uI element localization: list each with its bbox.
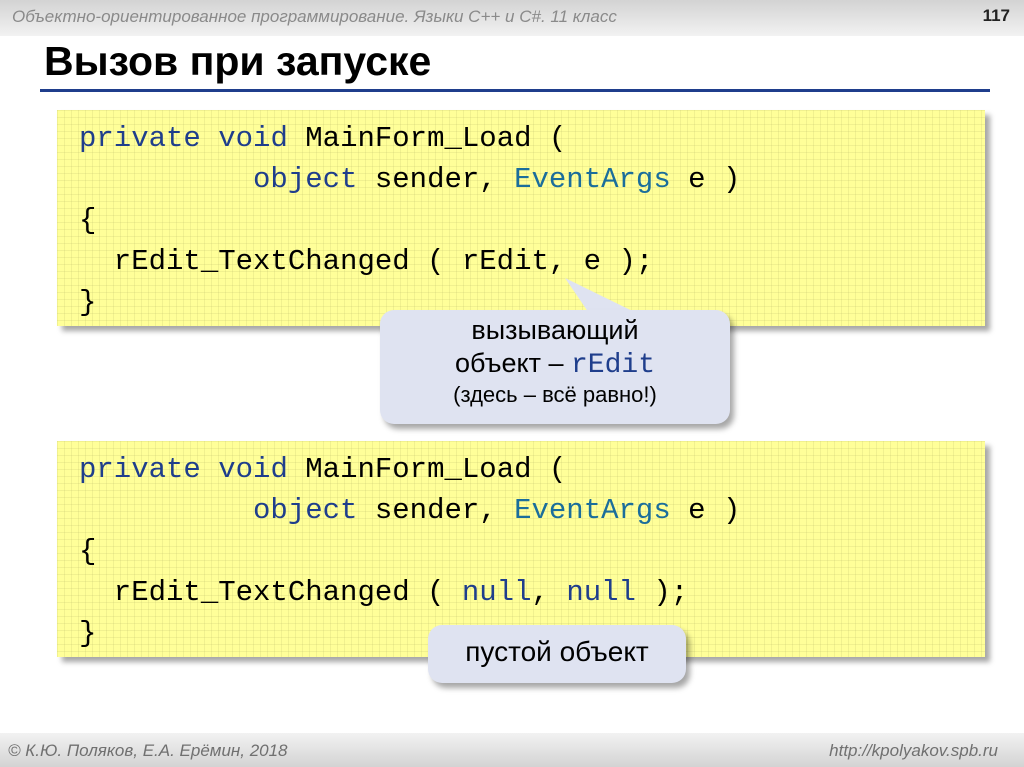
method-signature: MainForm_Load (: [287, 453, 567, 486]
title-underline: [40, 89, 990, 92]
method-signature: MainForm_Load (: [287, 122, 567, 155]
keyword-void: void: [218, 453, 288, 486]
callout-2-text: пустой объект: [465, 636, 649, 667]
callout-1-text: объект –: [455, 348, 571, 378]
param-e: e ): [670, 494, 741, 527]
method-call-start: rEdit_TextChanged (: [79, 576, 462, 609]
footer-copyright: © К.Ю. Поляков, Е.А. Ерёмин, 2018: [8, 741, 288, 760]
param-sender: sender,: [357, 163, 515, 196]
class-eventargs: EventArgs: [514, 163, 671, 196]
keyword-null-1: null: [461, 576, 532, 609]
callout-1-line-1: вызывающий: [471, 315, 639, 345]
keyword-null-2: null: [566, 576, 636, 609]
class-eventargs: EventArgs: [514, 494, 671, 527]
close-brace: }: [79, 617, 97, 650]
code-block-1: private void MainForm_Load ( object send…: [57, 110, 985, 326]
param-sender: sender,: [357, 494, 515, 527]
callout-1-code: rEdit: [570, 350, 655, 381]
callout-1-line-2: объект – rEdit: [380, 348, 730, 381]
open-brace: {: [79, 204, 97, 237]
keyword-object: object: [253, 163, 358, 196]
keyword-object: object: [253, 494, 358, 527]
callout-calling-object: вызывающий объект – rEdit (здесь – всё р…: [380, 310, 730, 424]
arg-separator: ,: [531, 576, 567, 609]
keyword-private: private: [79, 453, 201, 486]
callout-1-line-3: (здесь – всё равно!): [453, 382, 657, 407]
param-e: e ): [670, 163, 741, 196]
footer-url: http://kpolyakov.spb.ru: [829, 741, 998, 760]
slide-number: 117: [982, 6, 1010, 25]
open-brace: {: [79, 535, 97, 568]
keyword-void: void: [218, 122, 288, 155]
keyword-private: private: [79, 122, 201, 155]
code-listing-2: private void MainForm_Load ( object send…: [79, 449, 740, 654]
method-call-end: );: [635, 576, 689, 609]
callout-null-object: пустой объект: [428, 625, 686, 683]
slide-title: Вызов при запуске: [44, 38, 432, 84]
course-title: Объектно-ориентированное программировани…: [12, 7, 617, 26]
close-brace: }: [79, 286, 97, 319]
